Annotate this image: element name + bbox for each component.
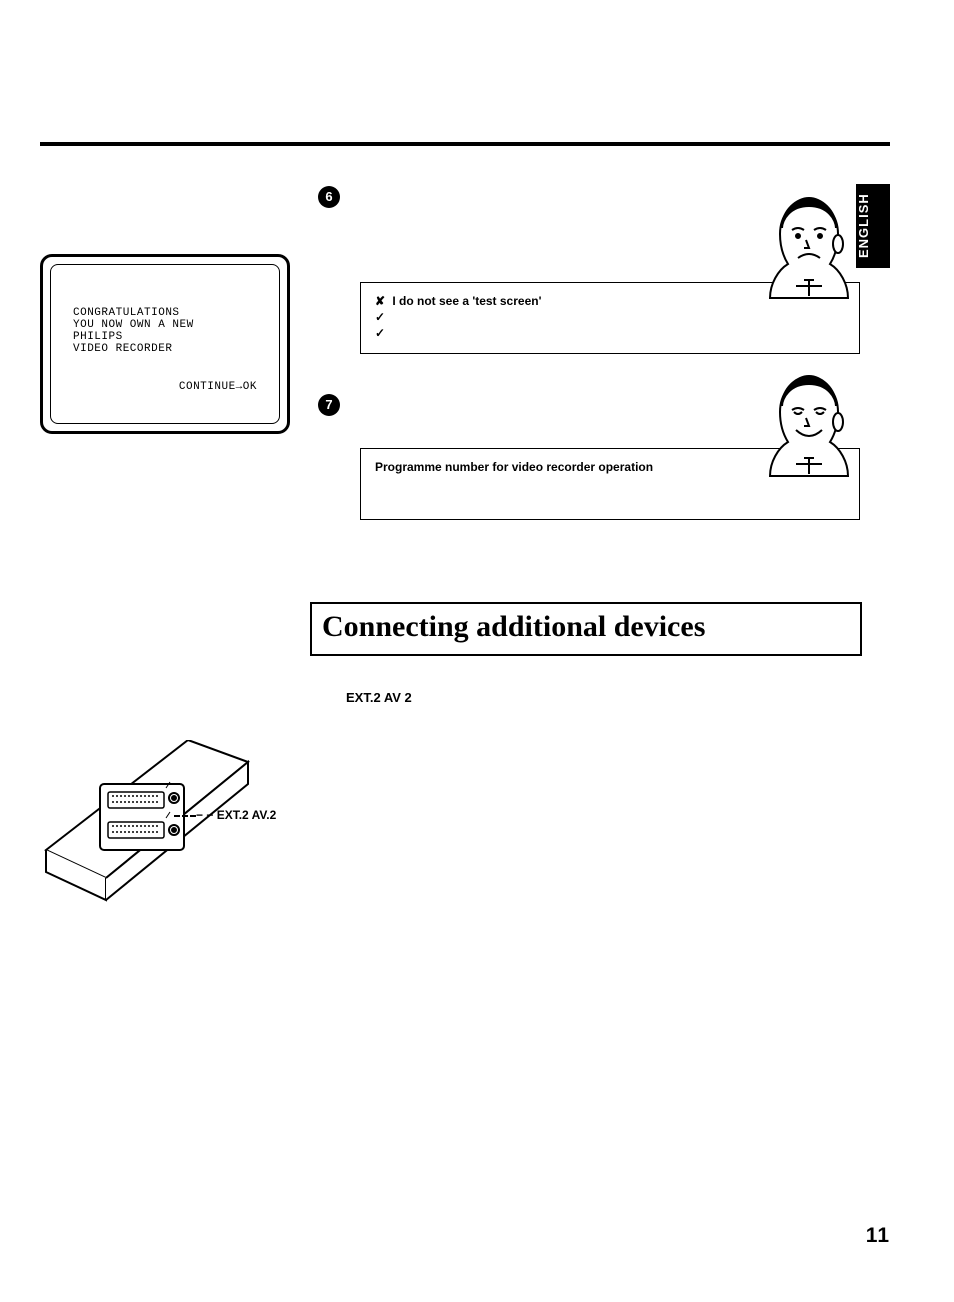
check-icon: ✓ — [375, 325, 389, 341]
connector-panel-illustration — [38, 740, 258, 910]
top-rule — [40, 142, 890, 146]
frown-face-illustration — [764, 192, 854, 302]
connector-panel-label: − − EXT.2 AV.2 — [196, 808, 276, 822]
language-tab-label: ENGLISH — [856, 188, 871, 265]
step-badge-7: 7 — [318, 394, 340, 416]
callout6-check-row-1: ✓ — [375, 309, 845, 325]
smile-face-illustration — [764, 370, 854, 480]
language-tab: ENGLISH — [856, 184, 890, 268]
step-badge-6: 6 — [318, 186, 340, 208]
tv-screen: CONGRATULATIONS YOU NOW OWN A NEW PHILIP… — [40, 254, 290, 434]
cross-icon: ✘ — [375, 293, 389, 309]
check-icon: ✓ — [375, 309, 389, 325]
section-heading: Connecting additional devices — [310, 602, 862, 656]
connector-label-text: EXT.2 AV.2 — [217, 808, 277, 822]
page-number: 11 — [866, 1224, 890, 1248]
manual-page: ENGLISH 6 7 CONGRATULATIONS YOU NOW OWN … — [0, 0, 954, 1302]
connector-dash-leader — [174, 815, 196, 817]
tv-screen-inner: CONGRATULATIONS YOU NOW OWN A NEW PHILIP… — [50, 264, 280, 424]
tv-continue-prompt: CONTINUE→OK — [179, 381, 257, 393]
connector-label-dashes: − − — [196, 808, 213, 822]
callout6-check-row-2: ✓ — [375, 325, 845, 341]
callout6-cross-text: I do not see a 'test screen' — [389, 294, 541, 308]
tv-screen-text: CONGRATULATIONS YOU NOW OWN A NEW PHILIP… — [73, 307, 194, 355]
ext2-av2-inline-label: EXT.2 AV 2 — [346, 690, 412, 705]
